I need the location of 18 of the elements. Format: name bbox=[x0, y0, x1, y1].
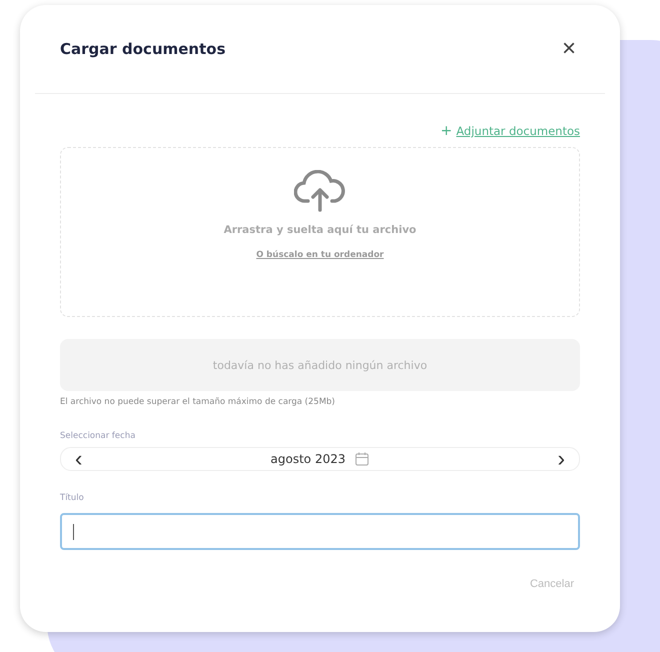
browse-link[interactable]: O búscalo en tu ordenador bbox=[256, 250, 384, 260]
previous-month-button[interactable]: ‹ bbox=[71, 450, 86, 468]
size-note: El archivo no puede superar el tamaño máximo de carga (25Mb) bbox=[60, 397, 335, 407]
title-input[interactable] bbox=[60, 513, 580, 550]
plus-icon: + bbox=[440, 123, 452, 139]
field-label: Título bbox=[60, 493, 84, 503]
text-cursor bbox=[73, 524, 74, 540]
next-month-button[interactable]: › bbox=[554, 450, 569, 468]
attach-documents-link[interactable]: + Adjuntar documentos bbox=[440, 122, 580, 140]
dropzone-message: Arrastra y suelta aquí tu archivo bbox=[224, 224, 416, 236]
dropzone[interactable]: Arrastra y suelta aquí tu archivo O búscalo en tu ordenador bbox=[60, 147, 580, 317]
dialog-title: Cargar documentos bbox=[60, 40, 226, 58]
date-value: agosto 2023 bbox=[270, 452, 346, 466]
field-label: Seleccionar fecha bbox=[60, 431, 136, 441]
calendar-icon bbox=[355, 452, 370, 466]
cloud-upload-icon bbox=[294, 170, 346, 212]
empty-message: todavía no has añadido ningún archivo bbox=[212, 358, 428, 372]
close-button[interactable]: × bbox=[558, 37, 580, 61]
